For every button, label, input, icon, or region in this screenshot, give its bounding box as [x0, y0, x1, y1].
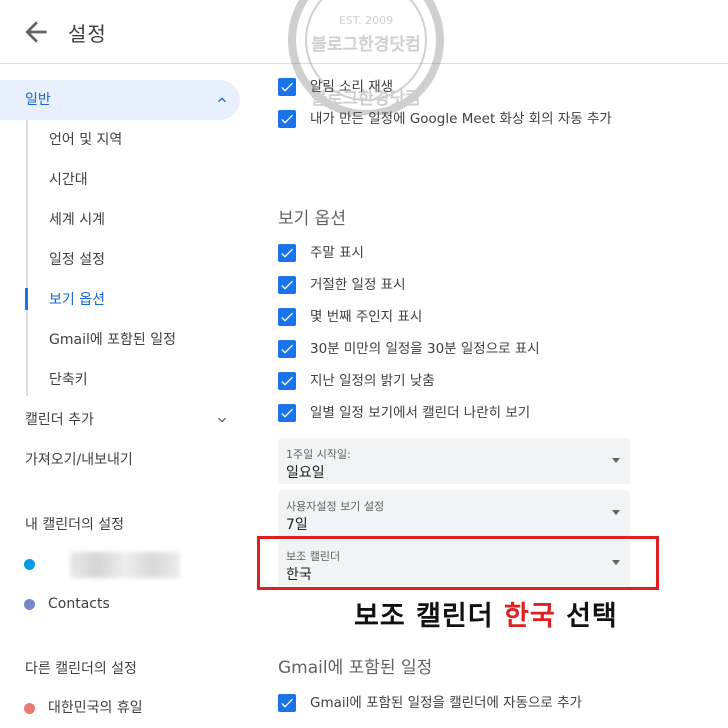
select-label: 사용자설정 보기 설정	[286, 500, 385, 513]
sidebar-item-import-export[interactable]: 가져오기/내보내기	[0, 440, 240, 480]
checkbox-checked[interactable]	[278, 694, 296, 712]
watermark-logo: EST. 2009 블로그한경닷컴 블로그한경닷컴	[288, 0, 444, 115]
checkbox-checked[interactable]	[278, 276, 296, 294]
checkbox-checked[interactable]	[278, 244, 296, 262]
chevron-up-icon	[218, 97, 226, 103]
checkbox-label: 몇 번째 주인지 표시	[310, 309, 423, 325]
sidebar-item-language-region[interactable]: 언어 및 지역	[49, 130, 122, 150]
sidebar-item-add-calendar[interactable]: 캘린더 추가	[0, 400, 240, 440]
dropdown-arrow-icon	[612, 510, 620, 515]
active-indicator	[25, 288, 28, 310]
sidebar-item-shortcuts[interactable]: 단축키	[49, 370, 88, 390]
chevron-down-icon	[218, 417, 226, 423]
watermark-est: EST. 2009	[339, 14, 393, 27]
sidebar-item-view-options[interactable]: 보기 옵션	[49, 290, 105, 310]
settings-sidebar: 일반 언어 및 지역 시간대 세계 시계 일정 설정 보기 옵션 Gmail에 …	[0, 64, 258, 728]
select-label: 1주일 시작일:	[286, 448, 351, 461]
sidebar-item-timezone[interactable]: 시간대	[49, 170, 88, 190]
sidebar-item-general[interactable]: 일반	[0, 80, 240, 120]
other-calendars-heading: 다른 캘린더의 설정	[25, 661, 137, 677]
annotation-text: 선택	[555, 601, 618, 632]
subnav-divider	[26, 120, 28, 396]
calendar-color-dot	[24, 599, 35, 610]
checkbox-label: 거절한 일정 표시	[310, 277, 406, 293]
watermark-name-repeat: 블로그한경닷컴	[311, 88, 420, 109]
custom-view-select[interactable]: 사용자설정 보기 설정 7일	[278, 490, 630, 536]
sidebar-item-world-clock[interactable]: 세계 시계	[49, 210, 105, 230]
calendar-name: 대한민국의 휴일	[48, 700, 143, 716]
checkbox-label: 일별 일정 보기에서 캘린더 나란히 보기	[310, 405, 531, 421]
annotation-accent-text: 한국	[504, 601, 556, 632]
checkbox-label: 지난 일정의 밝기 낮춤	[310, 373, 435, 389]
annotation-text: 보조 캘린더	[354, 601, 504, 632]
check-icon	[281, 698, 293, 708]
checkbox-label: 30분 미만의 일정을 30분 일정으로 표시	[310, 341, 540, 357]
check-icon	[281, 248, 293, 258]
checkbox-checked[interactable]	[278, 404, 296, 422]
annotation-caption: 보조 캘린더 한국 선택	[354, 594, 618, 633]
checkbox-checked[interactable]	[278, 340, 296, 358]
highlight-annotation-box	[257, 536, 659, 590]
check-icon	[281, 280, 293, 290]
check-icon	[281, 344, 293, 354]
check-icon	[281, 376, 293, 386]
select-value: 일요일	[286, 465, 325, 481]
calendar-color-dot	[24, 559, 35, 570]
back-button[interactable]	[20, 16, 52, 48]
blurred-calendar-name	[70, 552, 180, 578]
sidebar-item-label: 일반	[25, 92, 51, 108]
my-calendars-heading: 내 캘린더의 설정	[25, 517, 125, 533]
arrow-back-icon	[25, 21, 47, 43]
calendar-name: Contacts	[48, 596, 110, 612]
settings-main: 알림 소리 재생 내가 만든 일정에 Google Meet 화상 회의 자동 …	[257, 64, 728, 728]
select-value: 7일	[286, 517, 308, 533]
week-start-select[interactable]: 1주일 시작일: 일요일	[278, 438, 630, 484]
dropdown-arrow-icon	[612, 458, 620, 463]
calendar-color-dot	[24, 703, 35, 714]
checkbox-label: 주말 표시	[310, 245, 364, 261]
checkbox-checked[interactable]	[278, 308, 296, 326]
page-title: 설정	[68, 22, 107, 46]
checkbox-label: Gmail에 포함된 일정을 캘린더에 자동으로 추가	[310, 695, 582, 711]
watermark-name: 블로그한경닷컴	[311, 34, 420, 55]
sidebar-item-label: 가져오기/내보내기	[25, 452, 133, 468]
check-icon	[281, 408, 293, 418]
view-options-heading: 보기 옵션	[278, 209, 346, 229]
sidebar-item-label: 캘린더 추가	[25, 412, 94, 428]
checkbox-checked[interactable]	[278, 372, 296, 390]
check-icon	[281, 312, 293, 322]
gmail-events-heading: Gmail에 포함된 일정	[278, 658, 433, 678]
sidebar-item-event-settings[interactable]: 일정 설정	[49, 250, 105, 270]
sidebar-item-gmail-events[interactable]: Gmail에 포함된 일정	[49, 330, 176, 350]
